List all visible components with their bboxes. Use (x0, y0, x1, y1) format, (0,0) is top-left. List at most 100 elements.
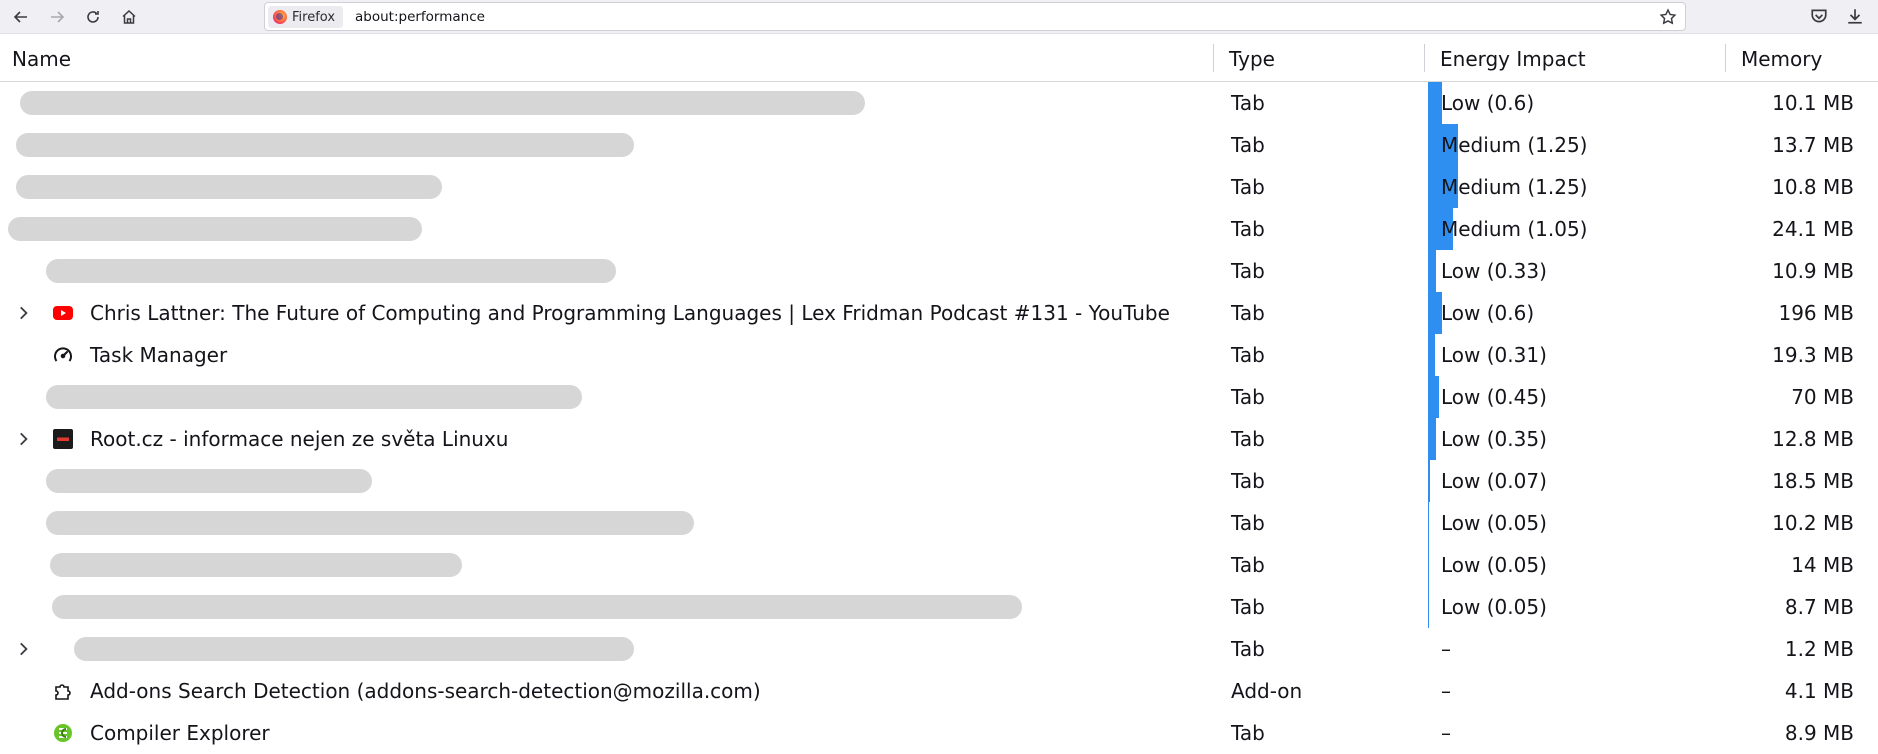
row-energy: Medium (1.25) (1441, 175, 1588, 199)
column-splitter[interactable] (1213, 44, 1214, 72)
chevron-right-icon[interactable] (14, 430, 32, 448)
table-row[interactable]: Compiler Explorer Tab – 8.9 MB (0, 712, 1878, 754)
row-type: Tab (1231, 217, 1265, 241)
row-memory: 14 MB (1791, 553, 1854, 577)
redacted-name (16, 175, 442, 199)
row-energy: Medium (1.05) (1441, 217, 1588, 241)
url-bar[interactable]: Firefox about:performance (264, 2, 1686, 31)
row-memory: 18.5 MB (1772, 469, 1854, 493)
column-header-energy[interactable]: Energy Impact (1440, 34, 1586, 82)
chevron-right-icon[interactable] (14, 304, 32, 322)
table-row[interactable]: Tab Medium (1.25) 10.8 MB (0, 166, 1878, 208)
redacted-name (20, 91, 865, 115)
row-energy: Low (0.07) (1441, 469, 1547, 493)
gauge-icon (52, 344, 74, 366)
puzzle-piece-icon (52, 680, 74, 702)
energy-bar (1428, 292, 1442, 334)
row-type: Tab (1231, 427, 1265, 451)
bookmark-star-icon[interactable] (1659, 8, 1677, 26)
row-type: Tab (1231, 637, 1265, 661)
table-row[interactable]: Tab Low (0.05) 8.7 MB (0, 586, 1878, 628)
redacted-name (46, 259, 616, 283)
table-row[interactable]: Tab – 1.2 MB (0, 628, 1878, 670)
table-row[interactable]: Root.cz - informace nejen ze světa Linux… (0, 418, 1878, 460)
home-icon (122, 9, 136, 24)
table-row[interactable]: Tab Medium (1.05) 24.1 MB (0, 208, 1878, 250)
redacted-name (16, 133, 634, 157)
energy-bar (1428, 460, 1430, 502)
row-memory: 10.9 MB (1772, 259, 1854, 283)
table-row[interactable]: Add-ons Search Detection (addons-search-… (0, 670, 1878, 712)
row-memory: 70 MB (1791, 385, 1854, 409)
compiler-explorer-icon (52, 722, 74, 744)
table-row[interactable]: Task Manager Tab Low (0.31) 19.3 MB (0, 334, 1878, 376)
chevron-right-icon[interactable] (14, 640, 32, 658)
row-energy: Low (0.33) (1441, 259, 1547, 283)
row-energy: – (1441, 637, 1451, 661)
column-header-memory[interactable]: Memory (1741, 34, 1822, 82)
table-row[interactable]: Tab Low (0.33) 10.9 MB (0, 250, 1878, 292)
url-text[interactable]: about:performance (355, 9, 485, 25)
row-memory: 8.7 MB (1784, 595, 1854, 619)
row-energy: Low (0.05) (1441, 511, 1547, 535)
row-type: Tab (1231, 175, 1265, 199)
row-type: Tab (1231, 343, 1265, 367)
energy-bar (1428, 250, 1436, 292)
column-splitter[interactable] (1424, 44, 1425, 72)
row-name: Task Manager (90, 343, 228, 367)
home-button[interactable] (116, 4, 142, 30)
table-row[interactable]: Tab Low (0.07) 18.5 MB (0, 460, 1878, 502)
row-memory: 4.1 MB (1784, 679, 1854, 703)
row-energy: Medium (1.25) (1441, 133, 1588, 157)
energy-bar (1428, 334, 1435, 376)
table-row[interactable]: Tab Low (0.45) 70 MB (0, 376, 1878, 418)
row-energy: Low (0.05) (1441, 595, 1547, 619)
row-energy: Low (0.31) (1441, 343, 1547, 367)
column-header-type[interactable]: Type (1229, 34, 1275, 82)
downloads-icon[interactable] (1846, 7, 1864, 25)
forward-button[interactable] (44, 4, 70, 30)
row-memory: 12.8 MB (1772, 427, 1854, 451)
row-type: Tab (1231, 91, 1265, 115)
row-energy: Low (0.05) (1441, 553, 1547, 577)
reload-button[interactable] (80, 4, 106, 30)
back-arrow-icon (13, 11, 27, 23)
column-header-name[interactable]: Name (12, 34, 71, 82)
browser-toolbar: Firefox about:performance (0, 0, 1878, 34)
row-energy: – (1441, 721, 1451, 745)
redacted-name (74, 637, 634, 661)
table-row[interactable]: Tab Low (0.05) 14 MB (0, 544, 1878, 586)
row-energy: Low (0.6) (1441, 91, 1535, 115)
table-row[interactable]: Tab Low (0.6) 10.1 MB (0, 82, 1878, 124)
redacted-name (52, 595, 1022, 619)
identity-box[interactable]: Firefox (268, 6, 344, 28)
row-name: Root.cz - informace nejen ze světa Linux… (90, 427, 509, 451)
row-energy: – (1441, 679, 1451, 703)
row-memory: 24.1 MB (1772, 217, 1854, 241)
row-memory: 196 MB (1778, 301, 1854, 325)
redacted-name (46, 511, 694, 535)
firefox-logo-icon (273, 10, 287, 24)
row-type: Tab (1231, 553, 1265, 577)
table-row[interactable]: Chris Lattner: The Future of Computing a… (0, 292, 1878, 334)
forward-arrow-icon (51, 11, 65, 23)
row-name: Compiler Explorer (90, 721, 270, 745)
row-memory: 10.2 MB (1772, 511, 1854, 535)
column-splitter[interactable] (1725, 44, 1726, 72)
redacted-name (8, 217, 422, 241)
redacted-name (50, 553, 462, 577)
process-table: Tab Low (0.6) 10.1 MB Tab Medium (1.25) … (0, 82, 1878, 754)
pocket-icon[interactable] (1810, 7, 1828, 25)
table-row[interactable]: Tab Low (0.05) 10.2 MB (0, 502, 1878, 544)
energy-bar (1428, 544, 1429, 586)
row-type: Tab (1231, 511, 1265, 535)
identity-label: Firefox (292, 9, 336, 25)
row-type: Tab (1231, 301, 1265, 325)
row-type: Tab (1231, 721, 1265, 745)
table-header: Name Type Energy Impact Memory (0, 34, 1878, 82)
back-button[interactable] (8, 4, 34, 30)
row-memory: 19.3 MB (1772, 343, 1854, 367)
row-energy: Low (0.45) (1441, 385, 1547, 409)
table-row[interactable]: Tab Medium (1.25) 13.7 MB (0, 124, 1878, 166)
redacted-name (46, 469, 372, 493)
